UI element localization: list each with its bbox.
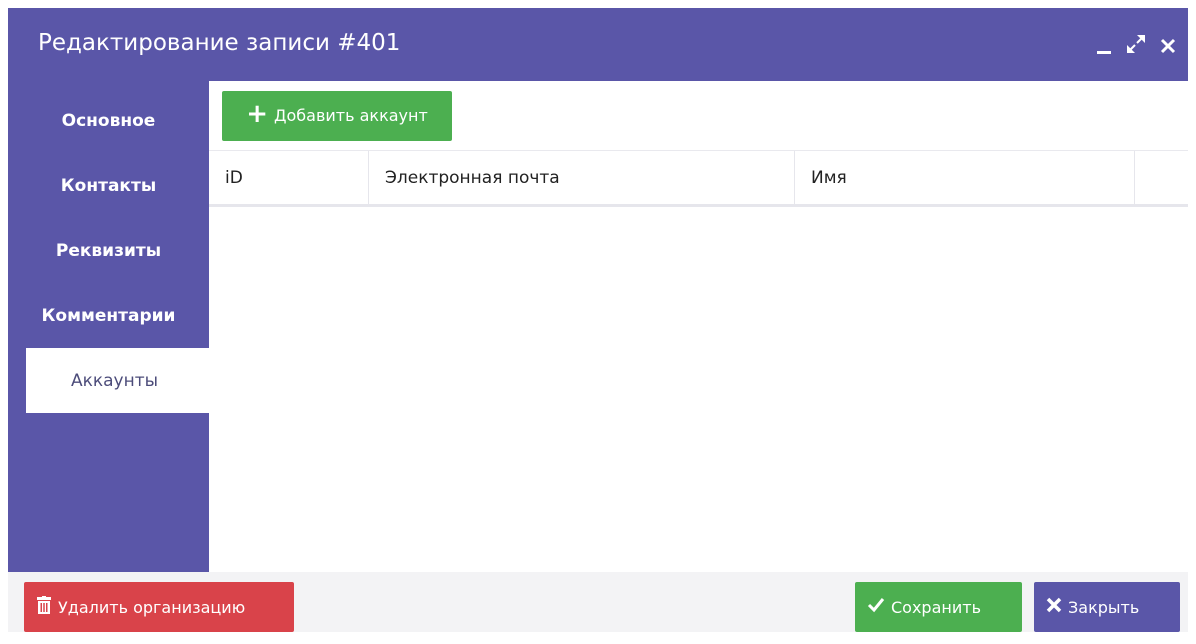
edit-record-dialog: Редактирование записи #401 Основное Конт…: [8, 8, 1188, 632]
plus-icon: +: [246, 99, 268, 129]
sidebar: Основное Контакты Реквизиты Комментарии …: [8, 88, 209, 578]
sidebar-item-comments[interactable]: Комментарии: [8, 283, 209, 348]
save-button[interactable]: Сохранить: [855, 582, 1022, 632]
add-account-label: Добавить аккаунт: [273, 106, 428, 125]
dialog-titlebar[interactable]: Редактирование записи #401: [8, 8, 1188, 81]
sidebar-item-label: Аккаунты: [70, 370, 159, 391]
column-label: Электронная почта: [385, 167, 560, 188]
accounts-table-header: iD Электронная почта Имя: [209, 151, 1188, 207]
column-header-email[interactable]: Электронная почта: [369, 151, 795, 204]
accounts-panel: + Добавить аккаунт iD Электронная почта …: [209, 81, 1188, 572]
accounts-toolbar: + Добавить аккаунт: [209, 81, 1188, 151]
column-header-name[interactable]: Имя: [795, 151, 1135, 204]
delete-organization-label: Удалить организацию: [58, 597, 246, 617]
sidebar-item-label: Комментарии: [41, 305, 176, 326]
sidebar-item-main[interactable]: Основное: [8, 88, 209, 153]
minimize-icon[interactable]: [1096, 38, 1114, 60]
close-icon: [1046, 597, 1062, 617]
sidebar-item-label: Контакты: [60, 175, 157, 196]
close-icon[interactable]: [1158, 36, 1178, 60]
dialog-title: Редактирование записи #401: [38, 30, 401, 56]
column-label: Имя: [811, 167, 847, 188]
window-controls: [1096, 32, 1178, 60]
check-icon: [867, 597, 885, 617]
delete-organization-button[interactable]: Удалить организацию: [24, 582, 294, 632]
maximize-icon[interactable]: [1124, 32, 1148, 60]
sidebar-item-contacts[interactable]: Контакты: [8, 153, 209, 218]
add-account-button[interactable]: + Добавить аккаунт: [222, 90, 452, 141]
sidebar-item-requisites[interactable]: Реквизиты: [8, 218, 209, 283]
column-header-extra: [1135, 151, 1188, 204]
column-label: iD: [225, 167, 243, 188]
sidebar-item-label: Реквизиты: [55, 240, 162, 261]
close-button[interactable]: Закрыть: [1034, 582, 1180, 632]
column-header-id[interactable]: iD: [209, 151, 369, 204]
save-label: Сохранить: [891, 597, 981, 617]
trash-icon: [36, 596, 52, 618]
sidebar-item-accounts[interactable]: Аккаунты: [26, 348, 209, 413]
close-label: Закрыть: [1068, 597, 1140, 617]
sidebar-item-label: Основное: [61, 110, 156, 131]
dialog-footer: Удалить организацию Сохранить Закрыть: [8, 572, 1188, 632]
